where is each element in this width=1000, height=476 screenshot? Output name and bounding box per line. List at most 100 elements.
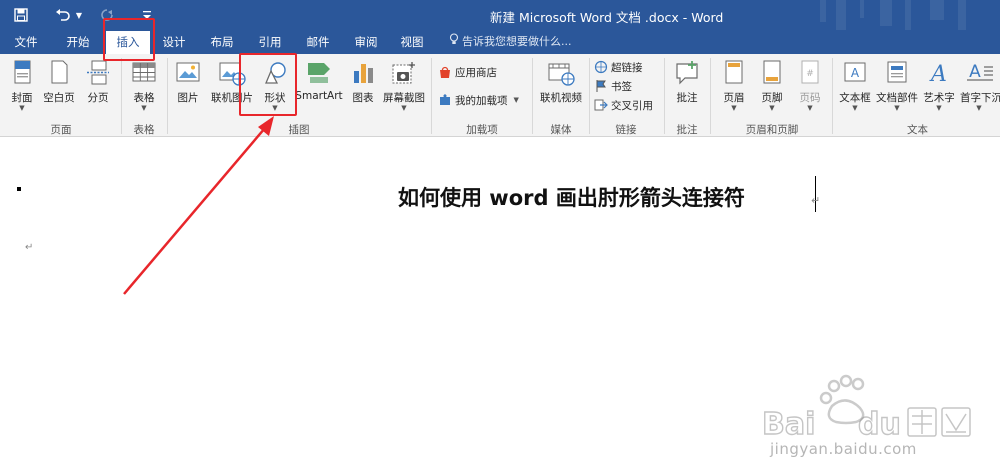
cross-reference-button[interactable]: 交叉引用 [594,95,653,115]
footer-label: 页脚 [761,92,783,104]
chevron-down-icon: ▼ [401,104,407,112]
tab-review[interactable]: 审阅 [348,30,384,54]
smartart-icon [308,63,330,83]
page-number-icon: # [801,60,819,84]
floppy-save-icon [14,8,28,22]
chevron-down-icon: ▼ [852,104,858,112]
drop-cap-icon: A [967,62,993,82]
pictures-label: 图片 [177,92,199,104]
group-separator [710,58,711,134]
screenshot-button[interactable]: 屏幕截图 ▼ [380,57,428,119]
svg-text:A: A [929,62,947,87]
group-label-text: 文本 [907,124,928,136]
link-icon [594,60,608,74]
hyperlink-button[interactable]: 超链接 [594,57,643,77]
bookmark-label: 书签 [611,80,632,93]
watermark-url: jingyan.baidu.com [770,440,917,458]
tab-references[interactable]: 引用 [252,30,288,54]
store-icon [440,66,450,78]
my-addins-button[interactable]: 我的加载项 ▼ [438,90,519,110]
smartart-button[interactable]: SmartArt [294,57,344,119]
quick-parts-icon [887,61,907,83]
undo-icon [56,9,70,21]
footer-button[interactable]: 页脚 ▼ [754,57,790,119]
table-label: 表格 [133,92,155,104]
chart-label: 图表 [352,92,374,104]
cross-reference-icon [594,99,608,111]
svg-text:A: A [969,62,981,82]
quick-parts-label: 文档部件 [876,92,918,104]
title-decoration [905,0,911,30]
tab-layout[interactable]: 布局 [204,30,240,54]
wordart-button[interactable]: A 艺术字 ▼ [920,57,958,119]
group-separator [589,58,590,134]
chevron-down-icon: ▼ [19,104,25,112]
title-decoration [820,0,826,22]
ribbon-insert: 封面 ▼ 空白页 分页 页面 表格 ▼ 表格 图片 联机图片 形状 ▼ Smar… [0,54,1000,137]
group-label-media: 媒体 [550,124,572,136]
tab-file[interactable]: 文件 [8,30,44,54]
quick-parts-button[interactable]: 文档部件 ▼ [875,57,919,119]
cross-reference-label: 交叉引用 [611,99,653,112]
group-separator [121,58,122,134]
cover-page-button[interactable]: 封面 ▼ [6,57,38,119]
tab-view[interactable]: 视图 [394,30,430,54]
page-number-label: 页码 [799,92,821,104]
tab-design[interactable]: 设计 [156,30,192,54]
group-separator [664,58,665,134]
title-decoration [860,0,864,18]
table-icon [132,62,156,82]
header-label: 页眉 [723,92,745,104]
svg-text:du: du [858,407,901,442]
pictures-button[interactable]: 图片 [170,57,206,119]
blank-page-icon [51,60,68,84]
undo-dropdown-icon[interactable]: ▼ [74,4,84,26]
group-separator [532,58,533,134]
screenshot-label: 屏幕截图 [383,92,425,104]
textbox-label: 文本框 [839,92,871,104]
comment-label: 批注 [676,92,698,104]
header-button[interactable]: 页眉 ▼ [716,57,752,119]
group-separator [431,58,432,134]
store-button[interactable]: 应用商店 [438,62,497,82]
tab-mailings[interactable]: 邮件 [300,30,336,54]
group-label-links: 链接 [615,124,637,136]
chevron-down-icon: ▼ [141,104,147,112]
title-decoration [930,0,944,20]
group-label-pages: 页面 [50,124,72,136]
hyperlink-label: 超链接 [611,61,643,74]
page-break-button[interactable]: 分页 [80,57,116,119]
group-label-comments: 批注 [676,124,698,136]
title-decoration [958,0,966,30]
cover-page-label: 封面 [11,92,33,104]
drop-cap-button[interactable]: A 首字下沉 ▼ [958,57,1000,119]
online-video-button[interactable]: 联机视频 [536,57,586,119]
blank-page-button[interactable]: 空白页 [40,57,78,119]
shapes-highlight [239,53,297,116]
drop-cap-label: 首字下沉 [960,92,1000,104]
svg-text:#: # [806,69,814,79]
blank-page-label: 空白页 [43,92,75,104]
textbox-button[interactable]: A 文本框 ▼ [835,57,875,119]
tell-me-search[interactable]: 告诉我您想要做什么... [448,30,572,54]
document-heading[interactable]: 如何使用 word 画出肘形箭头连接符 [398,182,745,212]
chevron-down-icon: ▼ [936,104,942,112]
page-number-button[interactable]: # 页码 ▼ [792,57,828,119]
group-label-tables: 表格 [133,124,155,136]
table-button[interactable]: 表格 ▼ [125,57,163,119]
picture-icon [176,62,200,82]
paragraph-mark: ↵ [25,242,34,253]
bookmark-button[interactable]: 书签 [594,76,632,96]
comment-button[interactable]: 批注 [668,57,706,119]
save-button[interactable] [10,4,32,26]
page-break-icon [87,60,109,85]
title-decoration [880,0,892,26]
screenshot-icon [392,62,415,84]
tab-home[interactable]: 开始 [58,30,98,54]
title-decoration [836,0,846,30]
window-title: 新建 Microsoft Word 文档 .docx - Word [490,10,724,25]
undo-button[interactable] [52,4,74,26]
chart-button[interactable]: 图表 [346,57,380,119]
my-addins-label: 我的加载项 [455,94,508,107]
smartart-label: SmartArt [295,90,343,102]
